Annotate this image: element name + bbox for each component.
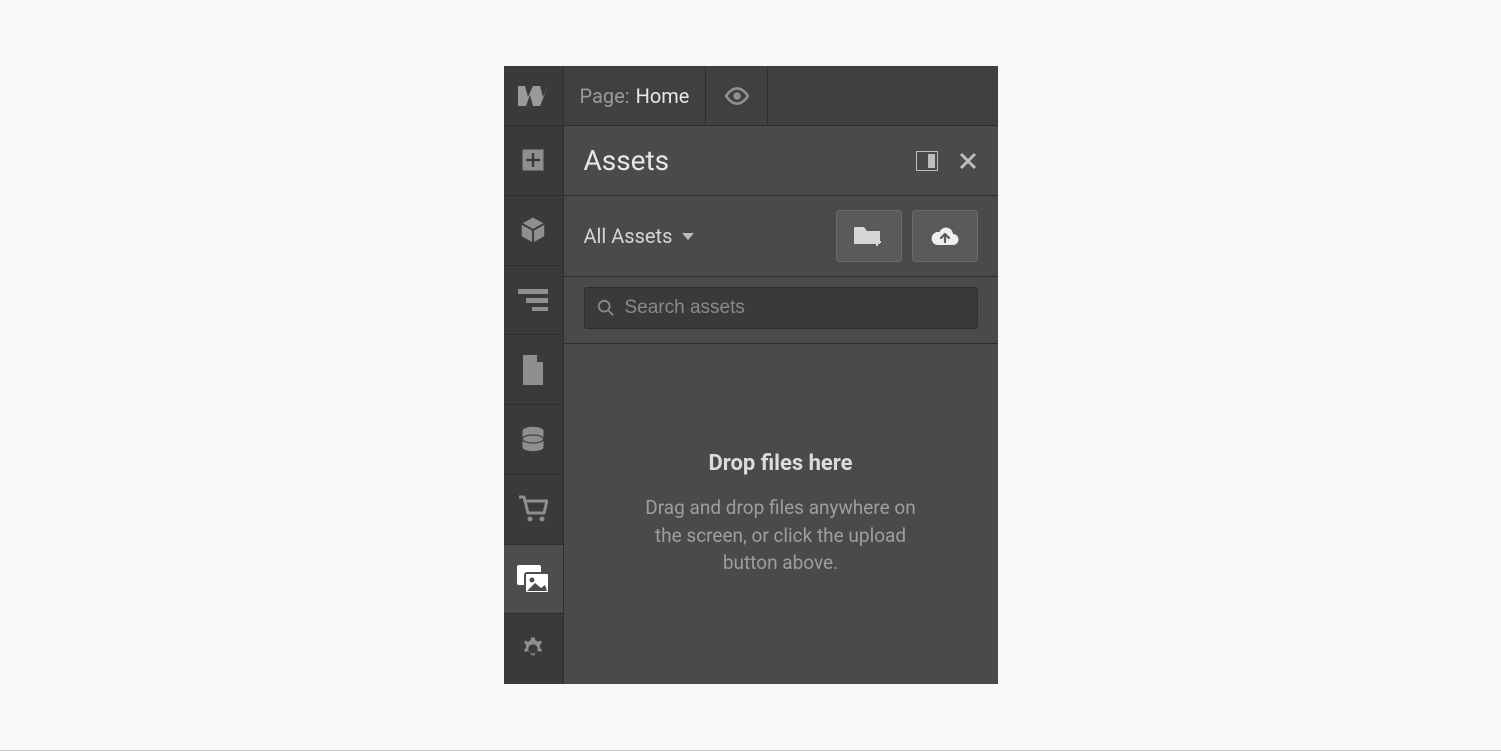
sidebar-item-navigator[interactable]	[504, 266, 563, 336]
app-window: Page: Home	[504, 66, 998, 684]
cart-icon	[518, 495, 548, 523]
sidebar-item-settings[interactable]	[504, 614, 563, 684]
drop-zone[interactable]: Drop files here Drag and drop files anyw…	[564, 344, 998, 684]
pin-panel-button[interactable]	[916, 151, 938, 171]
cloud-upload-icon	[930, 225, 960, 247]
panel-title: Assets	[584, 144, 896, 177]
eye-icon	[724, 83, 750, 109]
sidebar-item-symbols[interactable]	[504, 196, 563, 266]
body-row: Assets All Assets	[504, 126, 998, 684]
drop-subtitle: Drag and drop files anywhere on the scre…	[636, 494, 926, 577]
database-icon	[519, 425, 547, 453]
preview-button[interactable]	[706, 66, 768, 125]
close-icon	[958, 151, 978, 171]
chevron-down-icon	[682, 233, 694, 240]
webflow-icon	[518, 86, 548, 106]
search-icon	[597, 299, 615, 317]
panel-toolbar: All Assets	[564, 196, 998, 277]
panel-header: Assets	[564, 126, 998, 196]
search-input[interactable]	[625, 297, 965, 319]
cube-icon	[518, 215, 548, 245]
drop-title: Drop files here	[708, 451, 852, 476]
webflow-logo[interactable]	[504, 66, 564, 125]
page-label: Page:	[580, 84, 630, 108]
top-bar: Page: Home	[504, 66, 998, 126]
sidebar-item-add[interactable]	[504, 126, 563, 196]
page-selector[interactable]: Page: Home	[564, 66, 707, 125]
sidebar-item-pages[interactable]	[504, 335, 563, 405]
sidebar-item-assets[interactable]	[504, 545, 563, 615]
navigator-icon	[518, 289, 548, 311]
sidebar-item-ecommerce[interactable]	[504, 475, 563, 545]
close-panel-button[interactable]	[958, 151, 978, 171]
search-box[interactable]	[584, 287, 978, 329]
folder-plus-icon	[854, 224, 884, 248]
filter-label: All Assets	[584, 224, 673, 248]
page-icon	[521, 355, 545, 385]
plus-box-icon	[519, 146, 547, 174]
upload-button[interactable]	[912, 210, 978, 262]
gear-icon	[519, 635, 547, 663]
page-name: Home	[636, 84, 690, 108]
pin-icon	[916, 151, 938, 171]
new-folder-button[interactable]	[836, 210, 902, 262]
assets-panel: Assets All Assets	[564, 126, 998, 684]
search-row	[564, 277, 998, 344]
sidebar-item-cms[interactable]	[504, 405, 563, 475]
left-sidebar	[504, 126, 564, 684]
asset-filter-select[interactable]: All Assets	[584, 224, 826, 248]
assets-icon	[517, 565, 549, 593]
